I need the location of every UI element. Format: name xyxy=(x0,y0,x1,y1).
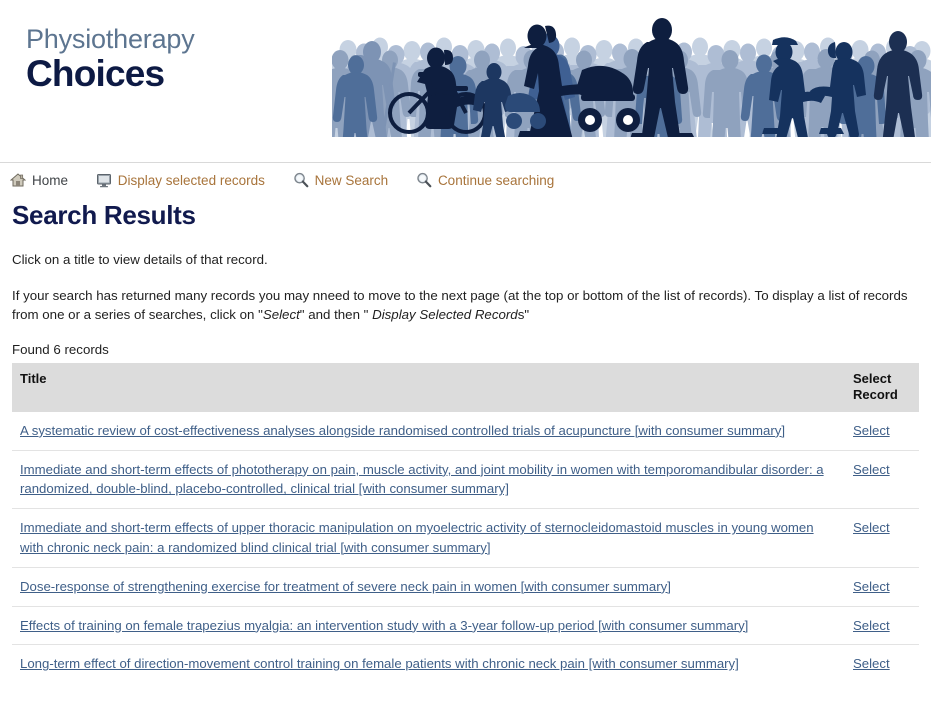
nav-label-home: Home xyxy=(32,172,69,188)
column-header-title: Title xyxy=(12,363,845,412)
table-row: A systematic review of cost-effectivenes… xyxy=(12,411,919,451)
logo-line-choices: Choices xyxy=(26,53,165,94)
crowd-silhouette-image xyxy=(312,0,931,172)
record-select-cell: Select xyxy=(845,606,919,646)
nav-label-continue-searching: Continue searching xyxy=(437,172,555,188)
record-title-cell: Immediate and short-term effects of uppe… xyxy=(12,508,845,568)
results-table-head: Title Select Record xyxy=(12,363,919,412)
nav-item-continue-searching[interactable]: Continue searching xyxy=(416,172,554,188)
select-record-link[interactable]: Select xyxy=(853,520,890,535)
select-record-link[interactable]: Select xyxy=(853,618,890,633)
site-banner: Physiotherapy Choices xyxy=(0,0,931,172)
main-navigation: Home Display selected records New Search xyxy=(0,163,931,194)
record-title-link[interactable]: Effects of training on female trapezius … xyxy=(20,618,748,633)
column-header-select-line1: Select xyxy=(853,371,892,387)
nav-item-new-search[interactable]: New Search xyxy=(293,172,389,188)
record-title-link[interactable]: Dose-response of strengthening exercise … xyxy=(20,579,671,594)
select-record-link[interactable]: Select xyxy=(853,656,890,671)
intro-2-emphasis-select: Select xyxy=(262,307,300,323)
column-header-select-record: Select Record xyxy=(845,363,919,412)
intro-2-text-2: " and then " xyxy=(299,307,373,323)
main-content: Search Results Click on a title to view … xyxy=(0,200,931,683)
record-title-link[interactable]: Long-term effect of direction-movement c… xyxy=(20,656,739,671)
results-table-body: A systematic review of cost-effectivenes… xyxy=(12,411,919,683)
record-select-cell: Select xyxy=(845,411,919,451)
intro-paragraph-1: Click on a title to view details of that… xyxy=(12,252,268,268)
site-logo: Physiotherapy Choices xyxy=(26,24,195,94)
record-title-link[interactable]: Immediate and short-term effects of phot… xyxy=(20,462,824,497)
record-select-cell: Select xyxy=(845,508,919,568)
page-title: Search Results xyxy=(12,200,196,231)
record-select-cell: Select xyxy=(845,450,919,510)
table-row: Immediate and short-term effects of phot… xyxy=(12,450,919,510)
intro-paragraph-2: If your search has returned many records… xyxy=(12,287,919,325)
magnifier-icon xyxy=(293,172,309,188)
record-title-cell: Long-term effect of direction-movement c… xyxy=(12,645,845,683)
record-count: Found 6 records xyxy=(12,342,109,358)
magnifier-icon xyxy=(416,172,432,188)
record-title-cell: Immediate and short-term effects of phot… xyxy=(12,450,845,510)
home-icon xyxy=(10,172,26,188)
record-title-link[interactable]: A systematic review of cost-effectivenes… xyxy=(20,423,785,438)
results-header-row: Title Select Record xyxy=(12,363,919,412)
table-row: Dose-response of strengthening exercise … xyxy=(12,567,919,607)
select-record-link[interactable]: Select xyxy=(853,462,890,477)
logo-line-physiotherapy: Physiotherapy xyxy=(26,24,195,54)
record-select-cell: Select xyxy=(845,645,919,683)
record-title-cell: A systematic review of cost-effectivenes… xyxy=(12,411,845,451)
table-row: Long-term effect of direction-movement c… xyxy=(12,645,919,683)
select-record-link[interactable]: Select xyxy=(853,579,890,594)
record-title-cell: Dose-response of strengthening exercise … xyxy=(12,567,845,607)
select-record-link[interactable]: Select xyxy=(853,423,890,438)
nav-label-new-search: New Search xyxy=(314,172,389,188)
record-title-cell: Effects of training on female trapezius … xyxy=(12,606,845,646)
intro-2-text-3: s" xyxy=(517,307,530,323)
record-select-cell: Select xyxy=(845,567,919,607)
nav-item-display-selected-records[interactable]: Display selected records xyxy=(96,172,265,188)
monitor-icon xyxy=(96,172,112,188)
intro-2-emphasis-display: Display Selected Record xyxy=(372,307,518,323)
record-title-link[interactable]: Immediate and short-term effects of uppe… xyxy=(20,520,814,555)
nav-label-display-selected-records: Display selected records xyxy=(117,172,265,188)
table-row: Immediate and short-term effects of uppe… xyxy=(12,508,919,568)
column-header-select-line2: Record xyxy=(853,386,898,402)
nav-item-home[interactable]: Home xyxy=(10,172,68,188)
table-row: Effects of training on female trapezius … xyxy=(12,606,919,646)
search-results-table: Title Select Record A systematic review … xyxy=(12,363,919,683)
